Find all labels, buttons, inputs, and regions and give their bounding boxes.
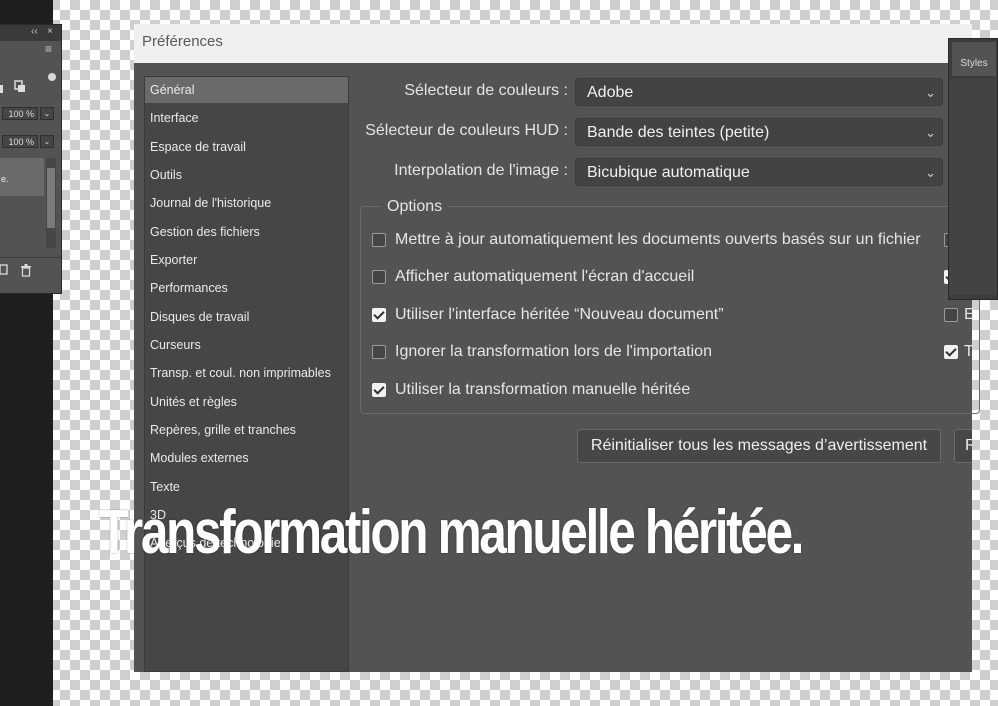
option-legacy-free-transform: Utiliser la transformation manuelle héri… xyxy=(395,381,691,398)
close-icon[interactable]: × xyxy=(47,26,53,37)
checkbox-auto-update-documents[interactable] xyxy=(372,233,386,247)
checkbox-right-4[interactable] xyxy=(944,345,958,359)
image-interpolation-label: Interpolation de l'image : xyxy=(394,162,568,179)
reset-warnings-button[interactable]: Réinitialiser tous les messages d’averti… xyxy=(577,429,941,463)
option-skip-transform-on-place: Ignorer la transformation lors de l'impo… xyxy=(395,343,712,360)
nav-item-export[interactable]: Exporter xyxy=(145,247,348,273)
option-legacy-new-document: Utiliser l'interface héritée “Nouveau do… xyxy=(395,306,724,323)
option-right-4-label: T xyxy=(964,343,974,360)
option-right-3-label: E xyxy=(964,306,975,323)
toggle-dot-icon[interactable] xyxy=(48,73,56,81)
layers-footer xyxy=(0,257,61,294)
layer-name: e. xyxy=(1,174,9,184)
dialog-title: Préférences xyxy=(134,24,972,63)
chevron-down-icon: ⌄ xyxy=(925,125,936,140)
image-interpolation-select[interactable]: Bicubique automatique ⌄ xyxy=(575,158,943,186)
opacity-field[interactable]: 100 % xyxy=(2,107,38,120)
fill-dropdown[interactable]: ⌄ xyxy=(40,135,54,148)
pin-icon[interactable] xyxy=(14,80,26,93)
trash-icon[interactable] xyxy=(20,264,32,277)
color-picker-value: Adobe xyxy=(587,84,634,101)
video-caption: Transformation manuelle héritée. xyxy=(98,498,805,567)
nav-item-file-handling[interactable]: Gestion des fichiers xyxy=(145,219,348,245)
checkbox-show-home-screen[interactable] xyxy=(372,270,386,284)
tab-styles[interactable]: Styles xyxy=(952,42,996,76)
nav-item-scratch-disks[interactable]: Disques de travail xyxy=(145,304,348,330)
nav-item-performance[interactable]: Performances xyxy=(145,275,348,301)
layer-item[interactable]: e. xyxy=(0,158,44,196)
collapse-icon[interactable]: ‹‹ xyxy=(31,26,38,37)
nav-item-workspace[interactable]: Espace de travail xyxy=(145,134,348,160)
nav-item-units-rulers[interactable]: Unités et règles xyxy=(145,389,348,415)
checkbox-right-3[interactable] xyxy=(944,308,958,322)
styles-panel-body xyxy=(949,79,997,295)
option-show-home-screen: Afficher automatiquement l'écran d'accue… xyxy=(395,268,695,285)
scrollbar-thumb[interactable] xyxy=(47,168,55,228)
color-picker-select[interactable]: Adobe ⌄ xyxy=(575,78,943,106)
layers-panel-header: ‹‹ × xyxy=(0,25,61,41)
image-interpolation-value: Bicubique automatique xyxy=(587,164,750,181)
preferences-nav: Général Interface Espace de travail Outi… xyxy=(144,76,349,672)
layers-scrollbar[interactable] xyxy=(46,158,56,248)
checkbox-skip-transform-on-place[interactable] xyxy=(372,345,386,359)
options-title: Options xyxy=(381,196,449,218)
opacity-dropdown[interactable]: ⌄ xyxy=(40,107,54,120)
new-layer-icon[interactable] xyxy=(0,264,8,276)
layers-panel: ‹‹ × ≡ 100 % ⌄ 100 % ⌄ e. xyxy=(0,24,62,294)
checkbox-legacy-free-transform[interactable] xyxy=(372,383,386,397)
styles-tab-label: Styles xyxy=(960,58,988,69)
nav-item-tools[interactable]: Outils xyxy=(145,162,348,188)
nav-item-guides-grid[interactable]: Repères, grille et tranches xyxy=(145,417,348,443)
hud-color-picker-select[interactable]: Bande des teintes (petite) ⌄ xyxy=(575,118,943,146)
nav-item-plugins[interactable]: Modules externes xyxy=(145,445,348,471)
styles-panel: Styles xyxy=(948,38,998,300)
checkbox-legacy-new-document[interactable] xyxy=(372,308,386,322)
nav-item-history-log[interactable]: Journal de l'historique xyxy=(145,190,348,216)
option-auto-update-documents: Mettre à jour automatiquement les docume… xyxy=(395,231,921,248)
hud-color-picker-label: Sélecteur de couleurs HUD : xyxy=(365,122,568,139)
hud-color-picker-value: Bande des teintes (petite) xyxy=(587,124,770,141)
chevron-down-icon: ⌄ xyxy=(925,85,936,100)
nav-item-cursors[interactable]: Curseurs xyxy=(145,332,348,358)
nav-item-interface[interactable]: Interface xyxy=(145,105,348,131)
color-picker-label: Sélecteur de couleurs : xyxy=(404,82,568,99)
nav-item-transparency[interactable]: Transp. et coul. non imprimables xyxy=(145,360,348,386)
partial-button[interactable]: R xyxy=(954,429,972,463)
nav-item-general[interactable]: Général xyxy=(145,77,348,103)
panel-menu-icon[interactable]: ≡ xyxy=(45,42,52,56)
chevron-down-icon: ⌄ xyxy=(925,165,936,180)
fill-field[interactable]: 100 % xyxy=(2,135,38,148)
